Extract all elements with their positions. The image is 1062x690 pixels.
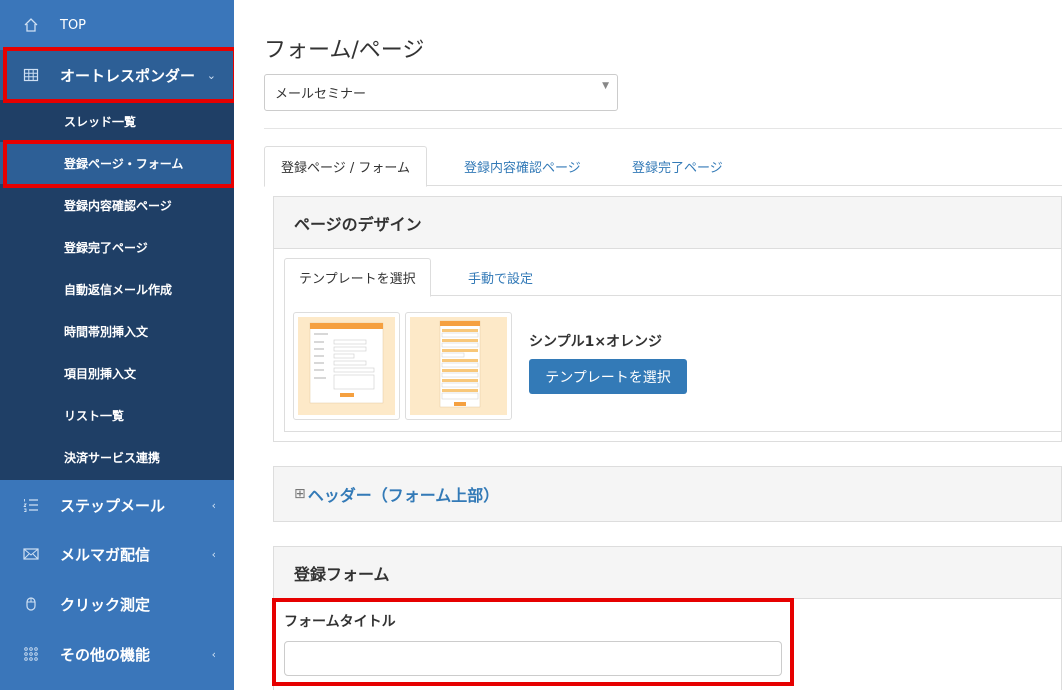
panel-heading: 登録フォーム [274,547,1061,599]
sidebar-item-label: オートレスポンダー [60,66,196,85]
page-design-panel: ページのデザイン テンプレートを選択 手動で設定 シンプル1×オレンジ テンプレ… [273,196,1062,442]
expand-icon: ⊞ [294,486,306,502]
template-area: シンプル1×オレンジ テンプレートを選択 [284,296,1062,432]
sidebar-item-label: メルマガ配信 [60,545,151,564]
chevron-left-icon: ‹ [211,647,216,661]
template-preview-image [410,317,507,415]
sidebar-item-step-mail[interactable]: ステップメール ‹ [0,480,234,530]
caret-down-icon: ▼ [602,81,609,91]
divider [264,128,1062,129]
tab-select-template[interactable]: テンプレートを選択 [284,258,431,297]
form-title-label: フォームタイトル [284,614,396,630]
submenu-auto-reply[interactable]: 自動返信メール作成 [0,268,234,310]
sidebar-item-label: ステップメール [60,496,166,515]
chevron-left-icon: ‹ [211,498,216,512]
header-section-panel: ⊞ ヘッダー（フォーム上部） [273,466,1062,522]
mouse-icon [22,595,40,613]
submenu-payment[interactable]: 決済サービス連携 [0,436,234,478]
form-title-input[interactable] [284,641,782,676]
form-select[interactable]: メールセミナー ▼ [264,74,618,111]
sidebar-item-other[interactable]: その他の機能 ‹ [0,629,234,679]
submenu-registration-form[interactable]: 登録ページ・フォーム [0,142,234,184]
submenu-complete-page[interactable]: 登録完了ページ [0,226,234,268]
tab-registration-form[interactable]: 登録ページ / フォーム [264,146,427,187]
template-thumbnail[interactable] [293,312,400,420]
grid-dots-icon [22,645,40,663]
header-section-toggle[interactable]: ⊞ ヘッダー（フォーム上部） [274,467,1061,521]
sidebar-item-click-measure[interactable]: クリック測定 [0,579,234,629]
template-preview-image [298,317,395,415]
chevron-down-icon: ⌄ [206,68,216,82]
sidebar-item-label: クリック測定 [60,595,151,614]
sidebar-item-top[interactable]: TOP [0,0,234,50]
sidebar-item-label: その他の機能 [60,645,151,664]
registration-form-panel: 登録フォーム フォームタイトル [273,546,1062,690]
panel-heading: ページのデザイン [274,197,1061,249]
page-title: フォーム/ページ [264,38,425,63]
design-tabs: テンプレートを選択 手動で設定 [284,258,1062,297]
tab-manual-setting[interactable]: 手動で設定 [454,258,547,296]
tab-complete-page[interactable]: 登録完了ページ [616,146,739,186]
main-content: フォーム/ページ メールセミナー ▼ 登録ページ / フォーム 登録内容確認ペー… [234,0,1062,690]
select-template-button[interactable]: テンプレートを選択 [529,359,687,394]
submenu-time-insert[interactable]: 時間帯別挿入文 [0,310,234,352]
sidebar-item-newsletter[interactable]: メルマガ配信 ‹ [0,529,234,579]
submenu-confirmation-page[interactable]: 登録内容確認ページ [0,184,234,226]
page-tabs: 登録ページ / フォーム 登録内容確認ページ 登録完了ページ [264,146,1062,187]
submenu-item-insert[interactable]: 項目別挿入文 [0,352,234,394]
template-thumbnail[interactable] [405,312,512,420]
home-icon [22,16,40,34]
select-value: メールセミナー [275,87,367,102]
autoresponder-submenu: スレッド一覧 登録ページ・フォーム 登録内容確認ページ 登録完了ページ 自動返信… [0,100,234,480]
table-icon [22,66,40,84]
chevron-left-icon: ‹ [211,547,216,561]
sidebar: TOP オートレスポンダー ⌄ スレッド一覧 登録ページ・フォーム 登録内容確認… [0,0,234,690]
submenu-thread-list[interactable]: スレッド一覧 [0,100,234,142]
tab-confirmation-page[interactable]: 登録内容確認ページ [448,146,597,186]
template-name: シンプル1×オレンジ [529,334,663,350]
sidebar-item-label: TOP [60,17,87,33]
header-section-label: ヘッダー（フォーム上部） [307,486,500,505]
list-icon [22,496,40,514]
submenu-list[interactable]: リスト一覧 [0,394,234,436]
envelope-icon [22,545,40,563]
sidebar-item-autoresponder[interactable]: オートレスポンダー ⌄ [0,50,234,100]
